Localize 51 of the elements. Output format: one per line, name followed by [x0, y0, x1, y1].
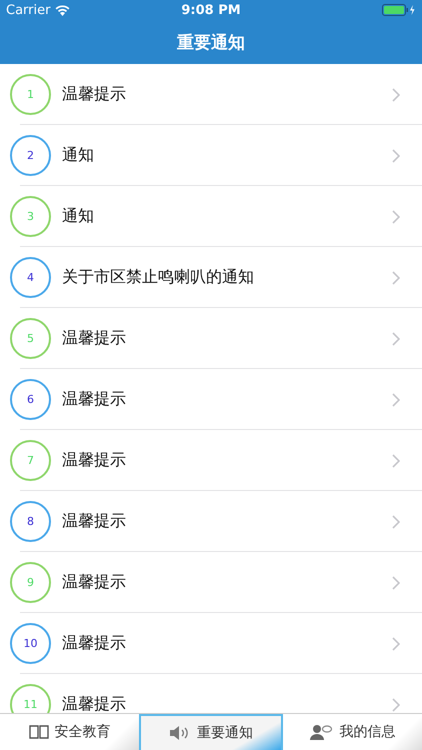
chevron-icon	[392, 454, 400, 468]
carrier-label: Carrier	[6, 2, 50, 18]
chevron-icon	[392, 148, 400, 162]
number-badge: 6	[10, 379, 51, 420]
notice-title: 温馨提示	[62, 389, 127, 410]
notice-title: 关于市区禁止鸣喇叭的通知	[62, 267, 255, 288]
number-badge: 3	[10, 196, 51, 237]
notice-title: 温馨提示	[62, 450, 127, 471]
number-badge: 8	[10, 501, 51, 542]
wifi-icon	[55, 4, 70, 16]
number-badge: 10	[10, 623, 51, 664]
chevron-icon	[392, 636, 400, 650]
chevron-icon	[392, 210, 400, 224]
number-badge: 5	[10, 318, 51, 359]
book-icon	[28, 725, 49, 739]
notice-title: 温馨提示	[62, 633, 127, 654]
notice-title: 温馨提示	[62, 694, 127, 713]
tab[interactable]: 安全教育	[0, 714, 140, 750]
number-badge: 1	[10, 74, 51, 115]
chevron-icon	[392, 270, 400, 284]
notice-title: 通知	[62, 145, 95, 166]
chevron-icon	[392, 88, 400, 102]
notice-row[interactable]: 7 温馨提示	[0, 430, 422, 491]
tab[interactable]: 重要通知	[139, 714, 283, 750]
notice-title: 温馨提示	[62, 328, 127, 349]
person-icon	[309, 724, 334, 740]
notice-title: 温馨提示	[62, 511, 127, 532]
notice-row[interactable]: 6 温馨提示	[0, 369, 422, 430]
nav-title: 重要通知	[177, 32, 245, 54]
status-time: 9:08 PM	[181, 2, 241, 18]
notice-row[interactable]: 10 温馨提示	[0, 613, 422, 674]
tab[interactable]: 我的信息	[282, 714, 422, 750]
chevron-icon	[392, 332, 400, 346]
number-badge: 9	[10, 562, 51, 603]
notice-row[interactable]: 4 关于市区禁止鸣喇叭的通知	[0, 247, 422, 308]
number-badge: 4	[10, 257, 51, 298]
notice-title: 温馨提示	[62, 572, 127, 593]
battery-icon	[382, 4, 416, 16]
notice-row[interactable]: 8 温馨提示	[0, 491, 422, 552]
notice-row[interactable]: 1 温馨提示	[0, 64, 422, 125]
chevron-icon	[392, 514, 400, 528]
number-badge: 2	[10, 135, 51, 176]
notice-row[interactable]: 2 通知	[0, 125, 422, 186]
notice-title: 通知	[62, 206, 95, 227]
number-badge: 7	[10, 440, 51, 481]
chevron-icon	[392, 392, 400, 406]
notice-row[interactable]: 9 温馨提示	[0, 552, 422, 613]
chevron-icon	[392, 576, 400, 590]
notice-row[interactable]: 3 通知	[0, 186, 422, 247]
notice-title: 温馨提示	[62, 84, 127, 105]
notice-row[interactable]: 5 温馨提示	[0, 308, 422, 369]
